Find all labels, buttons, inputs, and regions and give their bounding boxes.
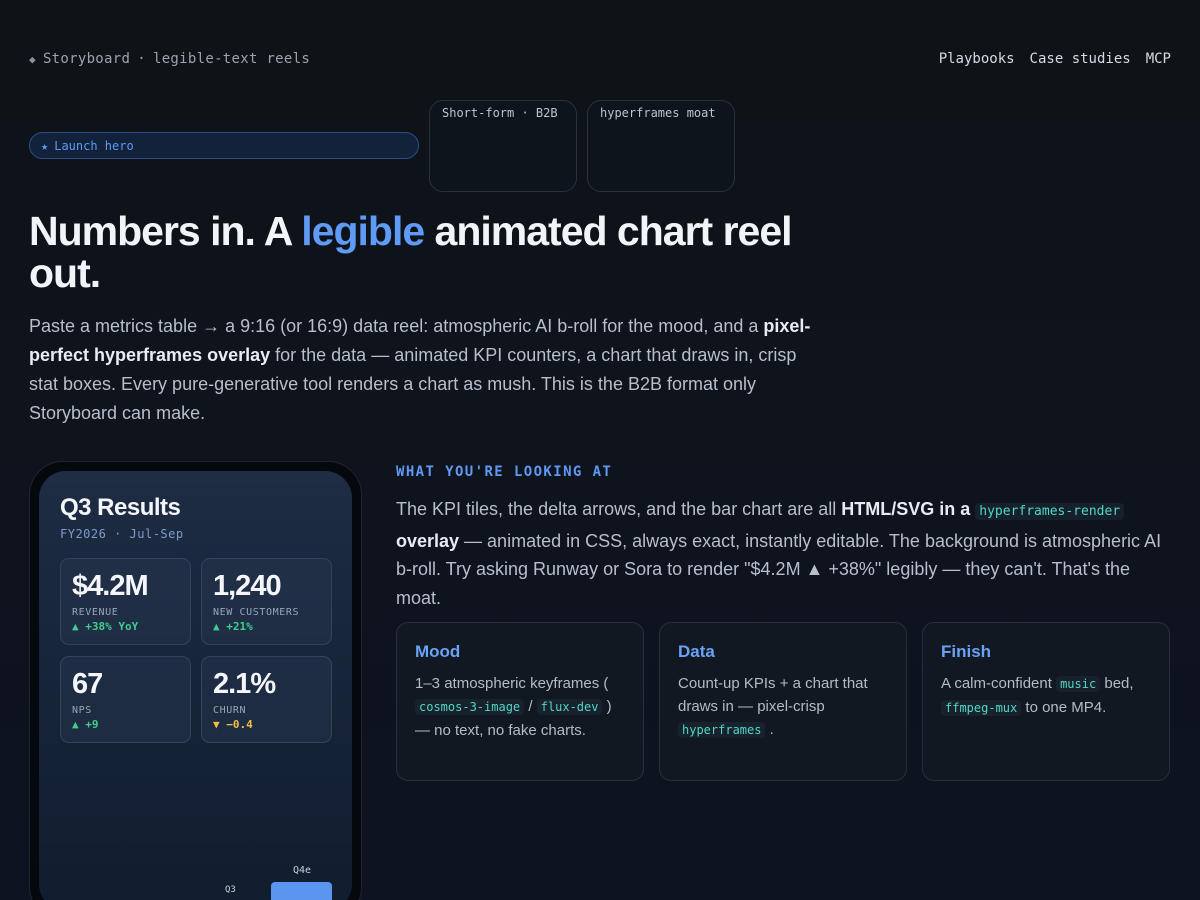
kpi-tile-nps: 67 NPS ▲ +9: [60, 656, 191, 743]
main-nav: Playbooks Case studies MCP: [939, 51, 1171, 67]
phone-screen: Q3 Results FY2026 · Jul-Sep $4.2M REVENU…: [39, 471, 352, 900]
star-icon: ★: [41, 138, 49, 153]
tag-hyperframes-moat[interactable]: hyperframes moat: [587, 100, 735, 192]
kpi-label: REVENUE: [72, 607, 119, 618]
code-music: music: [1056, 676, 1101, 692]
card-text: A calm-confident: [941, 675, 1057, 692]
kpi-delta: ▲ +38% YoY: [72, 620, 139, 633]
kpi-label: NEW CUSTOMERS: [213, 607, 300, 618]
kpi-delta: ▲ +21%: [213, 620, 253, 633]
kpi-value: 67: [72, 668, 103, 700]
bar-label-q3: Q3: [225, 885, 236, 895]
kpi-tile-revenue: $4.2M REVENUE ▲ +38% YoY: [60, 558, 191, 645]
feature-card-mood: Mood 1–3 atmospheric keyframes ( cosmos-…: [396, 622, 644, 781]
brand-separator: ·: [137, 51, 146, 67]
card-text: to one MP4.: [1021, 699, 1107, 716]
code-ffmpeg-mux: ffmpeg-mux: [941, 700, 1022, 716]
explain-text-2: — animated in CSS, always exact, instant…: [396, 530, 1162, 608]
kpi-delta: ▼ −0.4: [213, 718, 253, 731]
bar-label-q4e: Q4e: [293, 865, 312, 876]
nav-link-mcp[interactable]: MCP: [1146, 51, 1171, 67]
card-title: Data: [678, 642, 715, 661]
tag-short-form-b2b[interactable]: Short-form · B2B: [429, 100, 577, 192]
card-body: 1–3 atmospheric keyframes ( cosmos-3-ima…: [415, 672, 625, 742]
card-body: Count-up KPIs + a chart that draws in — …: [678, 672, 888, 742]
explain-text-1: The KPI tiles, the delta arrows, and the…: [396, 499, 842, 519]
headline-accent: legible: [301, 208, 425, 254]
headline-part-1: Numbers in. A: [29, 208, 302, 254]
launch-hero-label: Launch hero: [54, 138, 134, 153]
brand[interactable]: ◆ Storyboard · legible-text reels: [29, 51, 310, 67]
brand-name: Storyboard: [42, 51, 131, 67]
kpi-value: 2.1%: [213, 668, 276, 700]
feature-card-data: Data Count-up KPIs + a chart that draws …: [659, 622, 907, 781]
card-title: Finish: [941, 642, 992, 661]
nav-link-case-studies[interactable]: Case studies: [1030, 51, 1131, 67]
kpi-delta: ▲ +9: [72, 718, 99, 731]
report-subtitle: FY2026 · Jul-Sep: [60, 527, 184, 541]
feature-card-finish: Finish A calm-confident music bed, ffmpe…: [922, 622, 1170, 781]
card-text: bed,: [1100, 675, 1134, 692]
code-hyperframes: hyperframes: [678, 722, 766, 738]
card-title: Mood: [415, 642, 461, 661]
kpi-tile-churn: 2.1% CHURN ▼ −0.4: [201, 656, 332, 743]
page-title: Numbers in. A legible animated chart ree…: [29, 210, 849, 294]
section-eyebrow: WHAT YOU'RE LOOKING AT: [396, 464, 613, 480]
kpi-value: $4.2M: [72, 570, 149, 602]
launch-hero-tag[interactable]: ★ Launch hero: [29, 132, 419, 159]
kpi-tile-new-customers: 1,240 NEW CUSTOMERS ▲ +21%: [201, 558, 332, 645]
report-title: Q3 Results: [60, 494, 181, 521]
card-text: 1–3 atmospheric keyframes (: [415, 675, 609, 692]
explain-bold-1: HTML/SVG in a: [841, 499, 971, 519]
code-flux-dev: flux-dev: [536, 699, 603, 715]
card-text: /: [524, 698, 537, 715]
diamond-icon: ◆: [29, 52, 36, 66]
phone-mockup: Q3 Results FY2026 · Jul-Sep $4.2M REVENU…: [29, 461, 362, 900]
kpi-label: NPS: [72, 705, 92, 716]
hero-description: Paste a metrics table → a 9:16 (or 16:9)…: [29, 312, 829, 428]
explain-bold-2: overlay: [396, 530, 460, 551]
code-cosmos-3-image: cosmos-3-image: [415, 699, 525, 715]
top-bar: ◆ Storyboard · legible-text reels Playbo…: [29, 48, 1171, 70]
section-description: The KPI tiles, the delta arrows, and the…: [396, 495, 1176, 612]
kpi-label: CHURN: [213, 705, 247, 716]
brand-tagline: legible-text reels: [152, 51, 311, 67]
kpi-value: 1,240: [213, 570, 282, 602]
lede-text-1: Paste a metrics table → a 9:16 (or 16:9)…: [29, 316, 764, 336]
card-body: A calm-confident music bed, ffmpeg-mux t…: [941, 672, 1151, 720]
card-text: .: [769, 721, 774, 738]
bar-q4e: [271, 882, 332, 900]
nav-link-playbooks[interactable]: Playbooks: [939, 51, 1015, 67]
code-hyperframes-render: hyperframes-render: [975, 503, 1125, 520]
card-text: Count-up KPIs + a chart that draws in — …: [678, 675, 868, 715]
